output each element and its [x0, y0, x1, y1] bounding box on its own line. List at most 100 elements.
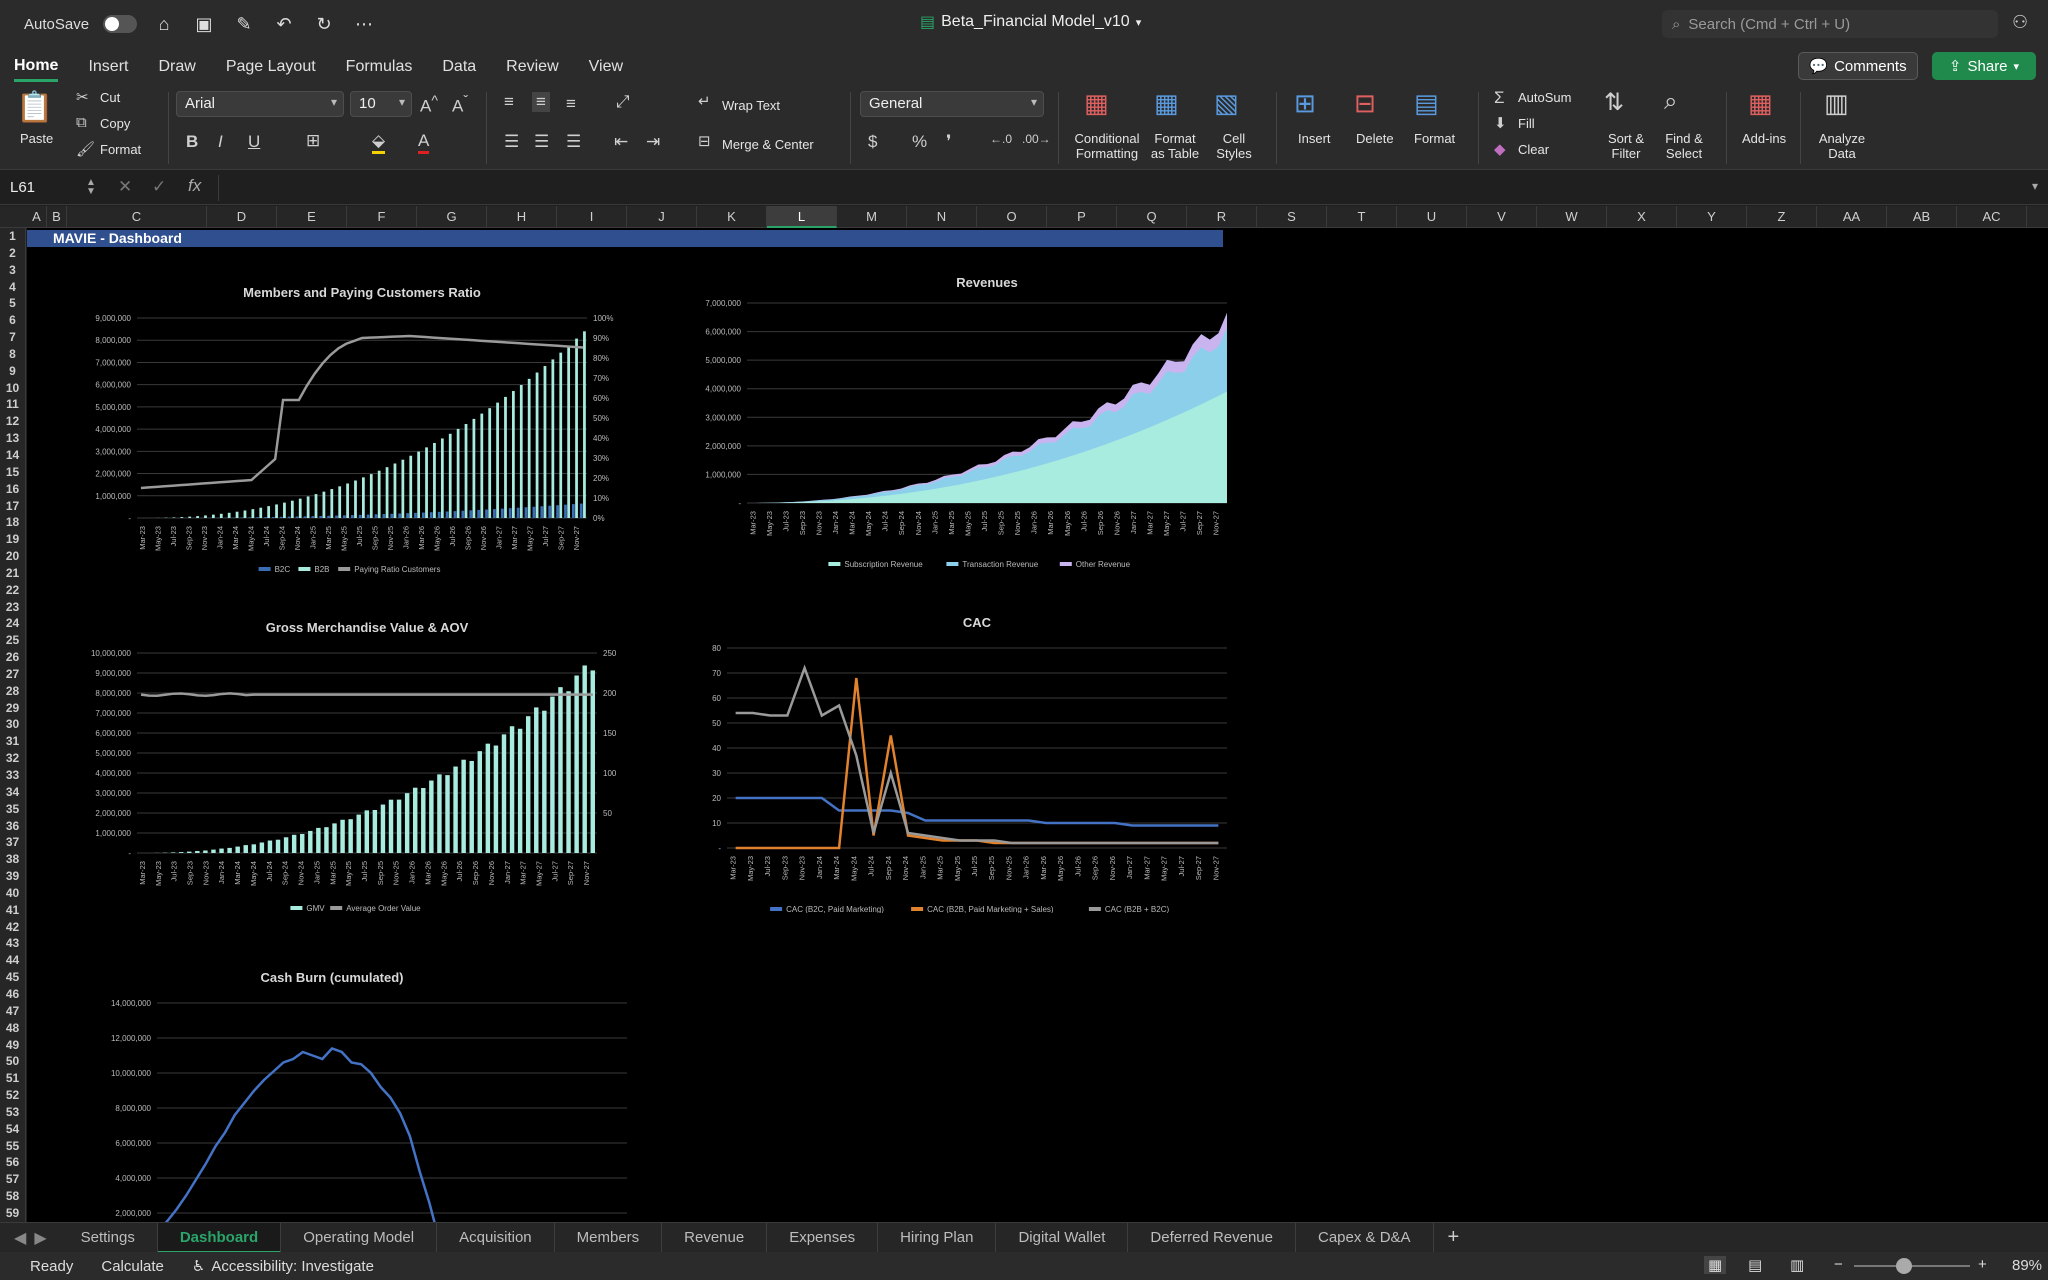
- font-color-icon[interactable]: A: [418, 131, 430, 154]
- column-header[interactable]: W: [1537, 206, 1607, 228]
- column-header[interactable]: N: [907, 206, 977, 228]
- column-header[interactable]: S: [1257, 206, 1327, 228]
- column-header[interactable]: J: [627, 206, 697, 228]
- row-header[interactable]: 28: [0, 683, 25, 700]
- increase-font-icon[interactable]: A^: [420, 93, 438, 117]
- align-bottom-icon[interactable]: ≡: [566, 94, 576, 114]
- page-break-view-icon[interactable]: ▥: [1790, 1256, 1804, 1274]
- row-header[interactable]: 41: [0, 902, 25, 919]
- sheet-tab[interactable]: Members: [555, 1222, 663, 1253]
- chart-cac[interactable]: CAC - 10 20 30 40 50 60 70 80 Mar-23 May-23 Jul-23 Se…: [667, 613, 1247, 913]
- zoom-in-icon[interactable]: +: [1978, 1256, 1987, 1273]
- currency-icon[interactable]: $: [868, 132, 877, 152]
- row-header[interactable]: 55: [0, 1138, 25, 1155]
- column-header[interactable]: AA: [1817, 206, 1887, 228]
- redo-icon[interactable]: ↻: [311, 11, 337, 37]
- row-header[interactable]: 23: [0, 599, 25, 616]
- merge-center-button[interactable]: Merge & Center: [722, 137, 814, 153]
- row-header[interactable]: 56: [0, 1154, 25, 1171]
- row-header[interactable]: 25: [0, 632, 25, 649]
- conditional-formatting-button[interactable]: Conditional Formatting: [1068, 131, 1146, 162]
- column-header[interactable]: D: [207, 206, 277, 228]
- decrease-decimal-icon[interactable]: .00→: [1022, 132, 1051, 146]
- delete-cells-button[interactable]: Delete: [1356, 131, 1394, 147]
- save-as-icon[interactable]: ✎: [231, 11, 257, 37]
- chart-members-paying-ratio[interactable]: Members and Paying Customers Ratio - 1,000…: [57, 283, 657, 593]
- row-header[interactable]: 18: [0, 514, 25, 531]
- row-header[interactable]: 52: [0, 1087, 25, 1104]
- row-header[interactable]: 51: [0, 1070, 25, 1087]
- decrease-font-icon[interactable]: Aˇ: [452, 93, 468, 117]
- row-header[interactable]: 29: [0, 700, 25, 717]
- row-header[interactable]: 20: [0, 548, 25, 565]
- row-header[interactable]: 34: [0, 784, 25, 801]
- cell-styles-button[interactable]: Cell Styles: [1210, 131, 1258, 162]
- row-header[interactable]: 14: [0, 447, 25, 464]
- row-header[interactable]: 26: [0, 649, 25, 666]
- row-header[interactable]: 17: [0, 498, 25, 515]
- column-header[interactable]: R: [1187, 206, 1257, 228]
- percent-icon[interactable]: %: [912, 132, 927, 152]
- align-top-icon[interactable]: ≡: [504, 92, 514, 112]
- people-icon[interactable]: ⚇: [2012, 12, 2028, 33]
- sheet-tab[interactable]: Acquisition: [437, 1222, 555, 1253]
- tab-review[interactable]: Review: [506, 54, 558, 80]
- increase-decimal-icon[interactable]: ←.0: [990, 132, 1012, 146]
- sort-filter-button[interactable]: Sort & Filter: [1604, 131, 1648, 162]
- row-header[interactable]: 49: [0, 1037, 25, 1054]
- column-header[interactable]: Q: [1117, 206, 1187, 228]
- column-header[interactable]: Y: [1677, 206, 1747, 228]
- sheet-tab[interactable]: Operating Model: [281, 1222, 438, 1253]
- column-header[interactable]: AC: [1957, 206, 2027, 228]
- tab-view[interactable]: View: [589, 54, 623, 80]
- copy-button[interactable]: Copy: [100, 116, 130, 132]
- column-header[interactable]: AB: [1887, 206, 1957, 228]
- paste-icon[interactable]: 📋: [16, 90, 53, 125]
- autosum-button[interactable]: AutoSum: [1518, 90, 1571, 106]
- format-cells-button[interactable]: Format: [1414, 131, 1455, 147]
- sheet-tab[interactable]: Revenue: [662, 1222, 768, 1253]
- sheet-tab[interactable]: Expenses: [767, 1222, 879, 1253]
- borders-icon[interactable]: ⊞: [306, 131, 320, 151]
- row-header[interactable]: 13: [0, 430, 25, 447]
- row-header[interactable]: 45: [0, 969, 25, 986]
- cut-button[interactable]: Cut: [100, 90, 120, 106]
- row-header[interactable]: 12: [0, 413, 25, 430]
- row-header[interactable]: 54: [0, 1121, 25, 1138]
- column-header[interactable]: Z: [1747, 206, 1817, 228]
- prev-sheet-icon[interactable]: ◀: [14, 1228, 26, 1248]
- decrease-indent-icon[interactable]: ⇤: [614, 132, 628, 152]
- row-header[interactable]: 10: [0, 380, 25, 397]
- column-header[interactable]: X: [1607, 206, 1677, 228]
- status-accessibility[interactable]: Accessibility: Investigate: [211, 1258, 374, 1275]
- sheet-tab[interactable]: Deferred Revenue: [1128, 1222, 1296, 1253]
- sheet-tab[interactable]: Digital Wallet: [996, 1222, 1129, 1253]
- find-select-button[interactable]: Find & Select: [1660, 131, 1708, 162]
- paste-button[interactable]: Paste: [20, 131, 53, 147]
- sheet-tab[interactable]: Hiring Plan: [878, 1222, 997, 1253]
- confirm-icon[interactable]: ✓: [152, 177, 166, 197]
- insert-cells-button[interactable]: Insert: [1298, 131, 1331, 147]
- format-painter-button[interactable]: Format: [100, 142, 141, 158]
- worksheet[interactable]: MAVIE - Dashboard Members and Paying Cus…: [27, 228, 2048, 1222]
- font-size-select[interactable]: 10 ▾: [350, 91, 412, 117]
- row-header[interactable]: 1: [0, 228, 25, 245]
- zoom-out-icon[interactable]: −: [1834, 1256, 1843, 1273]
- column-header[interactable]: B: [47, 206, 67, 228]
- column-header[interactable]: U: [1397, 206, 1467, 228]
- document-title[interactable]: ▤ Beta_Financial Model_v10 ▾: [920, 12, 1141, 32]
- column-header[interactable]: V: [1467, 206, 1537, 228]
- row-header[interactable]: 43: [0, 935, 25, 952]
- row-header[interactable]: 39: [0, 868, 25, 885]
- chevron-down-icon[interactable]: ▾: [2032, 179, 2038, 193]
- row-header[interactable]: 22: [0, 582, 25, 599]
- clear-button[interactable]: Clear: [1518, 142, 1549, 158]
- row-header[interactable]: 40: [0, 885, 25, 902]
- italic-icon[interactable]: I: [218, 132, 223, 152]
- row-header[interactable]: 11: [0, 396, 25, 413]
- row-header[interactable]: 24: [0, 615, 25, 632]
- row-header[interactable]: 32: [0, 750, 25, 767]
- row-header[interactable]: 30: [0, 716, 25, 733]
- chart-revenues[interactable]: Revenues - 1,000,000 2,000,000 3,000,000 4,00…: [667, 273, 1247, 573]
- comma-icon[interactable]: ❜: [946, 132, 951, 152]
